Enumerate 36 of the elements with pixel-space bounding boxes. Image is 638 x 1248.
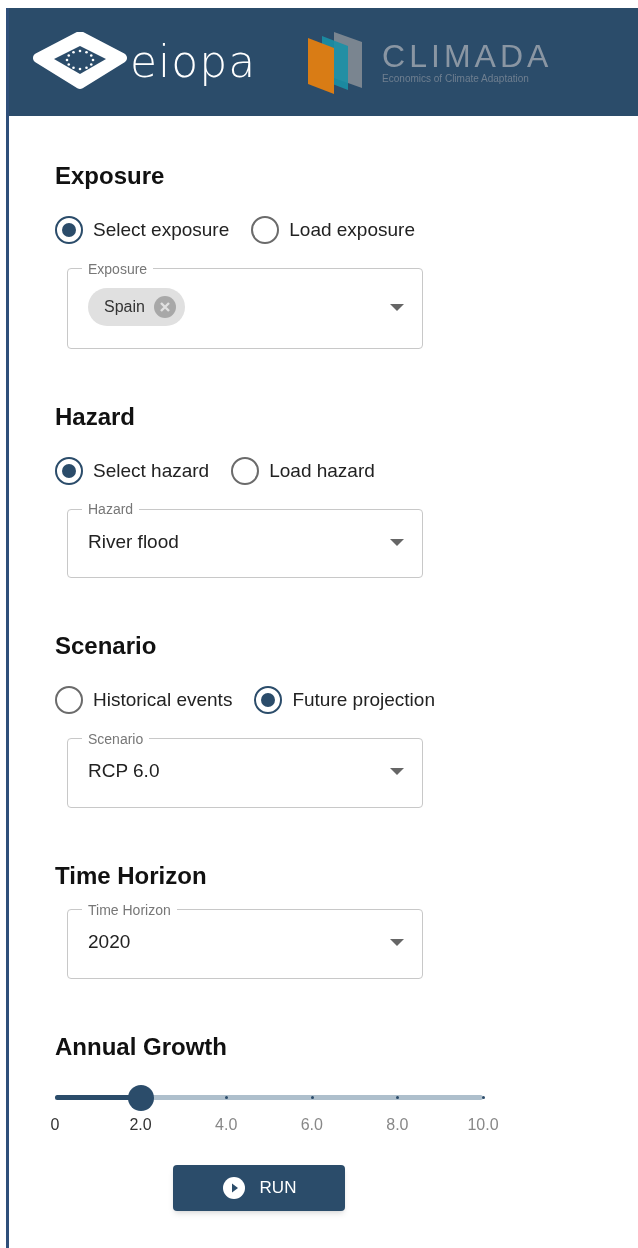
- dropdown-caret-icon: [390, 768, 404, 775]
- eu-stars-icon: [32, 32, 128, 92]
- slider-thumb[interactable]: [127, 1084, 154, 1111]
- field-label: Exposure: [87, 259, 149, 279]
- radio-option[interactable]: Load exposure: [251, 216, 415, 245]
- radio-option[interactable]: Select exposure: [55, 216, 230, 245]
- field-label: Scenario: [87, 729, 145, 749]
- field-label: Time Horizon: [87, 900, 172, 920]
- dropdown-caret-icon: [390, 303, 404, 311]
- field-value: RCP 6.0: [88, 759, 160, 784]
- field-value: 2020: [88, 930, 131, 955]
- radio-option[interactable]: Future projection: [254, 686, 435, 715]
- section-title: Time Horizon: [55, 863, 208, 888]
- climada-logo: CLIMADA: [382, 40, 553, 72]
- slider-mark-label: 8.0: [386, 1114, 409, 1135]
- dropdown-caret-icon: [390, 939, 404, 946]
- section-title: Exposure: [55, 164, 166, 188]
- eiopa-logo: eiopa: [32, 32, 257, 92]
- section-title: Scenario: [55, 634, 158, 658]
- radio-option[interactable]: Select hazard: [55, 456, 210, 485]
- slider-mark-label: 4.0: [215, 1114, 238, 1135]
- slider-mark-label: 10.0: [467, 1114, 499, 1135]
- play-icon: [221, 1175, 246, 1200]
- slider-mark-label: 0: [50, 1114, 60, 1135]
- run-button[interactable]: RUN: [173, 1164, 345, 1211]
- section-title: Hazard: [55, 404, 137, 429]
- climada-tagline: Economics of Climate Adaptation: [382, 74, 530, 84]
- slider-mark-label: 6.0: [300, 1114, 323, 1135]
- chip: Spain: [88, 288, 185, 326]
- section-title: Annual Growth: [55, 1034, 228, 1059]
- dropdown-caret-icon: [390, 538, 404, 546]
- field-value: River flood: [88, 529, 179, 554]
- slider-mark-label: 2.0: [129, 1114, 152, 1135]
- radio-option[interactable]: Load hazard: [231, 456, 375, 485]
- field-label: Hazard: [87, 500, 135, 519]
- radio-option[interactable]: Historical events: [55, 686, 233, 715]
